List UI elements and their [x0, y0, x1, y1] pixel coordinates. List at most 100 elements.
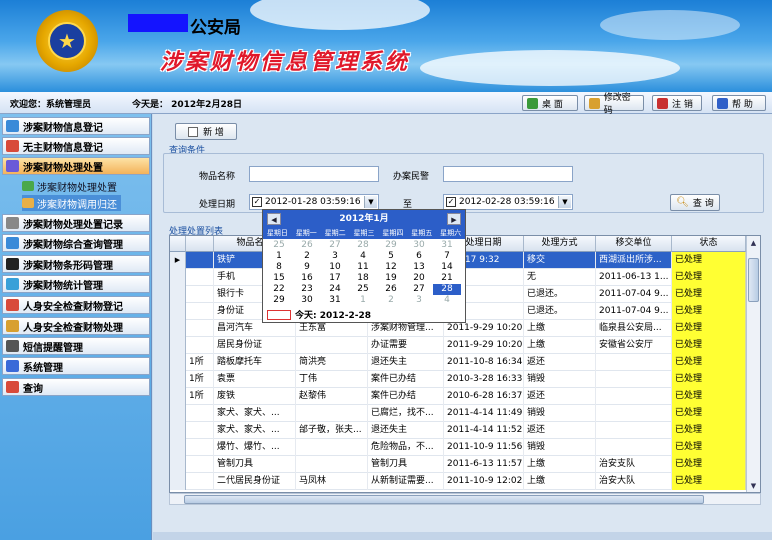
scroll-thumb[interactable]: [748, 258, 759, 302]
calendar-day[interactable]: 26: [377, 284, 405, 295]
date-to-picker[interactable]: ✓ 2012-02-28 03:59:16 ▼: [443, 194, 573, 210]
nav-item-statistics[interactable]: 涉案财物统计管理: [2, 275, 150, 293]
row-header[interactable]: [170, 286, 186, 303]
calendar-day[interactable]: 12: [377, 262, 405, 273]
scroll-down-icon[interactable]: ▼: [748, 480, 759, 492]
calendar-day[interactable]: 29: [265, 295, 293, 306]
table-row[interactable]: 1所 袁票 丁伟 案件已办结 2010-3-28 16:33 销毁 已处理: [170, 371, 746, 388]
calendar-day[interactable]: 25: [265, 240, 293, 251]
current-row-indicator-icon[interactable]: ▶: [170, 252, 186, 269]
calendar-day[interactable]: 10: [321, 262, 349, 273]
row-header[interactable]: [170, 337, 186, 354]
row-header[interactable]: [170, 269, 186, 286]
calendar-day[interactable]: 18: [349, 273, 377, 284]
date-from-checkbox[interactable]: ✓: [252, 197, 262, 207]
calendar-day[interactable]: 16: [293, 273, 321, 284]
row-header[interactable]: [170, 473, 186, 490]
table-row[interactable]: 二代居民身份证 马凤林 从新制证需要... 2011-10-9 12:02 上缴 治安大队…: [170, 473, 746, 490]
calendar-day[interactable]: 23: [293, 284, 321, 295]
calendar-day[interactable]: 3: [405, 295, 433, 306]
subnav-item-loan-return[interactable]: 涉案财物调用归还: [22, 195, 121, 211]
row-header[interactable]: [170, 405, 186, 422]
calendar-day[interactable]: 31: [321, 295, 349, 306]
calendar-day[interactable]: 4: [433, 295, 461, 306]
calendar-day[interactable]: 24: [321, 284, 349, 295]
vertical-scrollbar[interactable]: ▲ ▼: [746, 236, 760, 492]
calendar-day[interactable]: 2: [377, 295, 405, 306]
item-name-input[interactable]: [249, 166, 379, 182]
chevron-down-icon[interactable]: ▼: [364, 196, 377, 208]
calendar-day[interactable]: 20: [405, 273, 433, 284]
calendar-day[interactable]: 5: [377, 251, 405, 262]
calendar-day[interactable]: 6: [405, 251, 433, 262]
nav-item-disposal-records[interactable]: 涉案财物处理处置记录: [2, 214, 150, 232]
query-button[interactable]: 🔍︎ 查 询: [670, 194, 720, 211]
next-month-button[interactable]: ▶: [447, 213, 461, 225]
date-to-checkbox[interactable]: ✓: [446, 197, 456, 207]
nav-item-query-management[interactable]: 涉案财物综合查询管理: [2, 234, 150, 252]
calendar-today[interactable]: 今天: 2012-2-28: [267, 308, 371, 321]
desktop-button[interactable]: 桌 面: [522, 95, 578, 111]
add-button[interactable]: 新 增: [175, 123, 237, 140]
row-header[interactable]: [170, 371, 186, 388]
calendar-day[interactable]: 1: [265, 251, 293, 262]
column-header[interactable]: [186, 236, 214, 252]
table-row[interactable]: 居民身份证 办证需要 2011-9-29 10:20 上缴 安徽省公安厅 已处理: [170, 337, 746, 354]
calendar-day[interactable]: 21: [433, 273, 461, 284]
calendar-day[interactable]: 4: [349, 251, 377, 262]
calendar-day[interactable]: 7: [433, 251, 461, 262]
nav-item-barcode[interactable]: 涉案财物条形码管理: [2, 255, 150, 273]
calendar-day[interactable]: 29: [377, 240, 405, 251]
subnav-item-disposal[interactable]: 涉案财物处理处置: [22, 178, 117, 194]
calendar-day[interactable]: 9: [293, 262, 321, 273]
table-row[interactable]: 管制刀具 管制刀具 2011-6-13 11:57 上缴 治安支队 已处理: [170, 456, 746, 473]
calendar-day[interactable]: 3: [321, 251, 349, 262]
nav-item-security-disposal[interactable]: 人身安全检查财物处理: [2, 317, 150, 335]
row-header[interactable]: [170, 439, 186, 456]
calendar-day[interactable]: 22: [265, 284, 293, 295]
nav-item-search[interactable]: 查询: [2, 378, 150, 396]
calendar-day[interactable]: 13: [405, 262, 433, 273]
date-from-picker[interactable]: ✓ 2012-01-28 03:59:16 ▼: [249, 194, 379, 210]
nav-item-ownerless[interactable]: 无主财物信息登记: [2, 137, 150, 155]
calendar-day[interactable]: 28: [433, 284, 461, 295]
logout-button[interactable]: 注 销: [652, 95, 702, 111]
help-button[interactable]: 帮 助: [712, 95, 766, 111]
calendar-day[interactable]: 15: [265, 273, 293, 284]
prev-month-button[interactable]: ◀: [267, 213, 281, 225]
row-header[interactable]: [170, 303, 186, 320]
column-header[interactable]: 移交单位: [596, 236, 672, 252]
calendar-day[interactable]: 1: [349, 295, 377, 306]
row-header[interactable]: [170, 388, 186, 405]
calendar-day[interactable]: 27: [405, 284, 433, 295]
calendar-day[interactable]: 27: [321, 240, 349, 251]
row-header[interactable]: [170, 422, 186, 439]
table-row[interactable]: 家犬、家犬、... 已腐烂，找不... 2011-4-14 11:49 销毁 已处理: [170, 405, 746, 422]
scroll-up-icon[interactable]: ▲: [748, 237, 759, 249]
column-header[interactable]: 处理方式: [524, 236, 596, 252]
row-header[interactable]: [170, 456, 186, 473]
row-header[interactable]: [170, 320, 186, 337]
calendar-day[interactable]: 2: [293, 251, 321, 262]
table-row[interactable]: 家犬、家犬、... 邰子敬，张夫... 退还失主 2011-4-14 11:52 返还 已…: [170, 422, 746, 439]
nav-item-sms[interactable]: 短信提醒管理: [2, 337, 150, 355]
row-header[interactable]: [170, 354, 186, 371]
calendar-day[interactable]: 8: [265, 262, 293, 273]
column-header[interactable]: 状态: [672, 236, 746, 252]
table-row[interactable]: 爆竹、爆竹、... 危险物品，不... 2011-10-9 11:56 销毁 已处理: [170, 439, 746, 456]
change-password-button[interactable]: 修改密码: [584, 93, 644, 116]
calendar-day[interactable]: 30: [293, 295, 321, 306]
table-row[interactable]: 1所 废铁 赵黎伟 案件已办结 2010-6-28 16:37 返还 已处理: [170, 388, 746, 405]
officer-input[interactable]: [443, 166, 573, 182]
nav-item-security-register[interactable]: 人身安全检查财物登记: [2, 296, 150, 314]
chevron-down-icon[interactable]: ▼: [558, 196, 571, 208]
calendar-day[interactable]: 11: [349, 262, 377, 273]
calendar-day[interactable]: 31: [433, 240, 461, 251]
calendar-day[interactable]: 25: [349, 284, 377, 295]
nav-item-register[interactable]: 涉案财物信息登记: [2, 117, 150, 135]
nav-item-system[interactable]: 系统管理: [2, 357, 150, 375]
calendar-day[interactable]: 28: [349, 240, 377, 251]
horizontal-scrollbar[interactable]: [169, 493, 761, 505]
nav-item-disposal[interactable]: 涉案财物处理处置: [2, 157, 150, 175]
calendar-day[interactable]: 30: [405, 240, 433, 251]
